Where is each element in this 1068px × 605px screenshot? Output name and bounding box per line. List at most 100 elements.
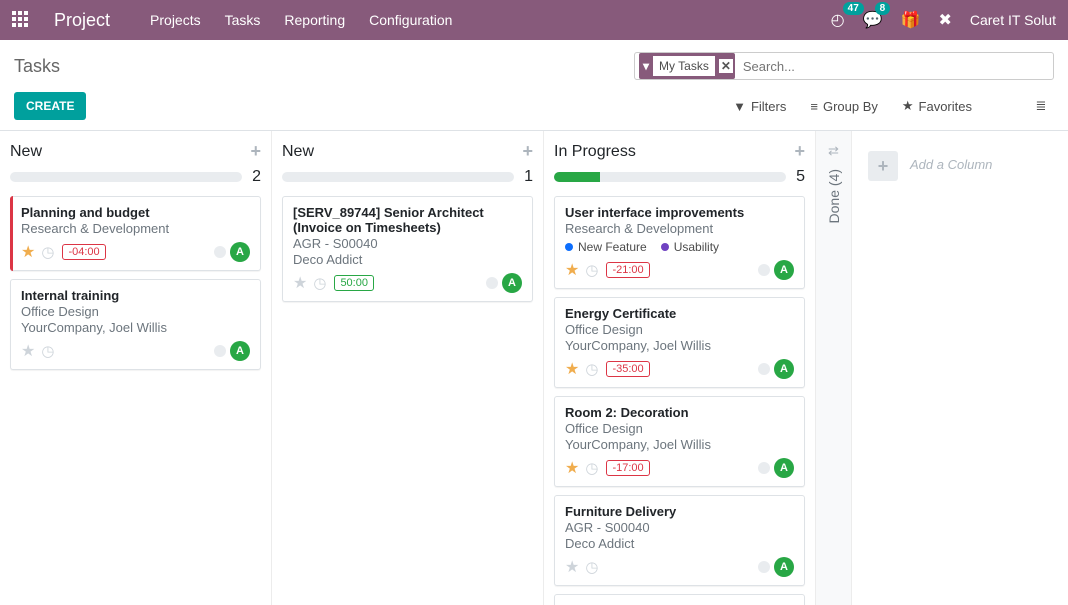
- kanban-view: New + 2 Planning and budget Research & D…: [0, 131, 1068, 605]
- search-bar[interactable]: ▾ My Tasks ✕: [634, 52, 1054, 80]
- task-subtitle: Deco Addict: [293, 252, 522, 267]
- priority-star[interactable]: ★: [21, 242, 35, 262]
- add-column-button[interactable]: +: [868, 151, 898, 181]
- nav-config[interactable]: Configuration: [369, 12, 452, 28]
- task-card[interactable]: Room 2: Decoration Office Design YourCom…: [554, 396, 805, 487]
- avatar[interactable]: A: [774, 458, 794, 478]
- column-title[interactable]: New: [282, 143, 522, 161]
- state-dot[interactable]: [758, 462, 770, 474]
- search-input[interactable]: [735, 59, 1049, 74]
- task-project: Research & Development: [565, 221, 794, 236]
- task-project: AGR - S00040: [565, 520, 794, 535]
- add-column-area: + Add a Column: [852, 131, 1008, 605]
- kanban-column-folded[interactable]: ⇄ Done (4): [816, 131, 852, 605]
- task-subtitle: Deco Addict: [565, 536, 794, 551]
- avatar[interactable]: A: [230, 341, 250, 361]
- task-subtitle: YourCompany, Joel Willis: [21, 320, 250, 335]
- column-add-icon[interactable]: +: [250, 141, 261, 162]
- task-card[interactable]: Room 1: Decoration Office Design ★ ◷ A: [554, 594, 805, 605]
- state-dot[interactable]: [486, 277, 498, 289]
- activity-menu[interactable]: ◴ 47: [831, 10, 845, 30]
- priority-star[interactable]: ★: [293, 273, 307, 293]
- task-title: Internal training: [21, 288, 250, 303]
- task-project: Research & Development: [21, 221, 250, 236]
- gift-icon[interactable]: 🎁: [901, 10, 921, 30]
- create-button[interactable]: CREATE: [14, 92, 86, 120]
- progress-bar[interactable]: [554, 172, 786, 182]
- column-add-icon[interactable]: +: [522, 141, 533, 162]
- progress-bar[interactable]: [10, 172, 242, 182]
- search-facet[interactable]: ▾ My Tasks ✕: [639, 53, 735, 79]
- task-project: AGR - S00040: [293, 236, 522, 251]
- avatar[interactable]: A: [774, 557, 794, 577]
- facet-remove[interactable]: ✕: [719, 59, 733, 73]
- clock-icon[interactable]: ◷: [313, 274, 326, 292]
- task-subtitle: YourCompany, Joel Willis: [565, 437, 794, 452]
- clock-icon[interactable]: ◷: [585, 459, 598, 477]
- nav-tasks[interactable]: Tasks: [225, 12, 261, 28]
- fold-icon: ⇄: [828, 143, 839, 159]
- task-title: User interface improvements: [565, 205, 794, 220]
- clock-icon[interactable]: ◷: [585, 558, 598, 576]
- nav-right: ◴ 47 💬 8 🎁 ✖ Caret IT Solut: [831, 10, 1056, 30]
- task-card[interactable]: Planning and budget Research & Developme…: [10, 196, 261, 271]
- priority-star[interactable]: ★: [565, 458, 579, 478]
- clock-icon[interactable]: ◷: [41, 342, 54, 360]
- column-title[interactable]: In Progress: [554, 143, 794, 161]
- clock-icon[interactable]: ◷: [585, 360, 598, 378]
- view-list[interactable]: ≣: [1028, 93, 1054, 119]
- clock-icon[interactable]: ◷: [41, 243, 54, 261]
- task-card[interactable]: User interface improvements Research & D…: [554, 196, 805, 289]
- column-title[interactable]: New: [10, 143, 250, 161]
- nav-reporting[interactable]: Reporting: [284, 12, 345, 28]
- priority-star[interactable]: ★: [565, 557, 579, 577]
- messaging-menu[interactable]: 💬 8: [863, 10, 883, 30]
- nav-projects[interactable]: Projects: [150, 12, 201, 28]
- state-dot[interactable]: [758, 264, 770, 276]
- task-project: Office Design: [21, 304, 250, 319]
- priority-star[interactable]: ★: [565, 260, 579, 280]
- folded-title: Done (4): [826, 169, 842, 223]
- task-project: Office Design: [565, 421, 794, 436]
- add-column-label[interactable]: Add a Column: [910, 157, 992, 172]
- favorites-button[interactable]: ★ Favorites: [902, 98, 972, 114]
- kanban-column: New + 2 Planning and budget Research & D…: [0, 131, 272, 605]
- state-dot[interactable]: [758, 363, 770, 375]
- page-title: Tasks: [14, 56, 60, 77]
- filters-button[interactable]: ▼ Filters: [733, 99, 786, 114]
- column-count: 2: [252, 168, 261, 186]
- task-title: Planning and budget: [21, 205, 250, 220]
- avatar[interactable]: A: [230, 242, 250, 262]
- user-menu[interactable]: Caret IT Solut: [970, 12, 1056, 28]
- progress-bar[interactable]: [282, 172, 514, 182]
- state-dot[interactable]: [214, 246, 226, 258]
- priority-star[interactable]: ★: [21, 341, 35, 361]
- task-card[interactable]: Energy Certificate Office Design YourCom…: [554, 297, 805, 388]
- debug-icon[interactable]: ✖: [938, 10, 951, 30]
- avatar[interactable]: A: [774, 359, 794, 379]
- priority-star[interactable]: ★: [565, 359, 579, 379]
- column-count: 1: [524, 168, 533, 186]
- state-dot[interactable]: [758, 561, 770, 573]
- star-icon: ★: [902, 98, 914, 114]
- task-hours: 50:00: [334, 275, 374, 291]
- favorites-label: Favorites: [919, 99, 972, 114]
- kanban-column: New + 1 [SERV_89744] Senior Architect (I…: [272, 131, 544, 605]
- task-title: [SERV_89744] Senior Architect (Invoice o…: [293, 205, 522, 235]
- column-add-icon[interactable]: +: [794, 141, 805, 162]
- avatar[interactable]: A: [502, 273, 522, 293]
- avatar[interactable]: A: [774, 260, 794, 280]
- task-title: Furniture Delivery: [565, 504, 794, 519]
- control-panel: Tasks ▾ My Tasks ✕ CREATE ▼ Filters ≡ Gr…: [0, 40, 1068, 131]
- apps-icon[interactable]: [12, 11, 30, 29]
- brand[interactable]: Project: [54, 10, 110, 31]
- task-card[interactable]: Internal training Office Design YourComp…: [10, 279, 261, 370]
- task-tag: Usability: [661, 240, 719, 254]
- task-card[interactable]: [SERV_89744] Senior Architect (Invoice o…: [282, 196, 533, 302]
- task-card[interactable]: Furniture Delivery AGR - S00040 Deco Add…: [554, 495, 805, 586]
- column-count: 5: [796, 168, 805, 186]
- clock-icon: ◴: [831, 10, 845, 30]
- clock-icon[interactable]: ◷: [585, 261, 598, 279]
- groupby-button[interactable]: ≡ Group By: [810, 99, 878, 114]
- state-dot[interactable]: [214, 345, 226, 357]
